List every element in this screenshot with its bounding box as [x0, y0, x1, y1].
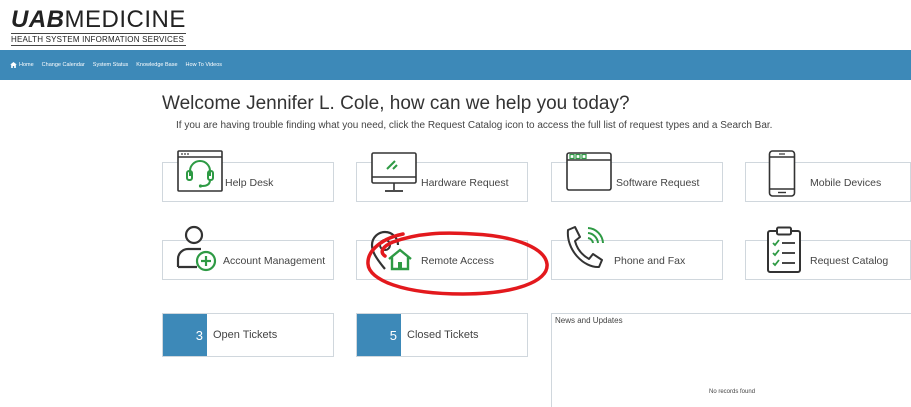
- nav-how-to-videos[interactable]: How To Videos: [186, 62, 223, 68]
- tile-phone-and-fax-label: Phone and Fax: [614, 255, 686, 267]
- tile-mobile-devices[interactable]: Mobile Devices: [745, 150, 911, 202]
- tile-software-request[interactable]: Software Request: [551, 152, 723, 202]
- tile-hardware-request-label: Hardware Request: [421, 177, 509, 189]
- closed-tickets-label: Closed Tickets: [407, 329, 479, 341]
- news-and-updates-panel: News and Updates No records found: [551, 313, 911, 407]
- tile-software-request-label: Software Request: [616, 177, 700, 189]
- nav-change-calendar[interactable]: Change Calendar: [42, 62, 85, 68]
- logo-medicine: MEDICINE: [64, 6, 186, 33]
- closed-tickets-count: 5: [357, 314, 401, 356]
- nav-how-to-videos-label: How To Videos: [185, 62, 223, 68]
- tile-account-management-label: Account Management: [223, 255, 326, 267]
- tile-mobile-devices-label: Mobile Devices: [810, 177, 882, 189]
- nav-home-label: Home: [19, 62, 34, 68]
- uab-medicine-logo: UABMEDICINE HEALTH SYSTEM INFORMATION SE…: [11, 6, 186, 45]
- nav-knowledge-base-label: Knowledge Base: [136, 62, 178, 68]
- nav-home[interactable]: Home: [10, 62, 34, 68]
- tile-request-catalog-label: Request Catalog: [810, 255, 889, 267]
- logo-subtitle: HEALTH SYSTEM INFORMATION SERVICES: [11, 35, 185, 44]
- app-window-icon: [566, 152, 612, 191]
- open-tickets-tile[interactable]: 3 Open Tickets: [162, 313, 334, 357]
- tile-help-desk-label: Help Desk: [225, 177, 274, 189]
- headset-icon: [177, 150, 223, 192]
- top-nav-bar: Home Change Calendar System Status Knowl…: [0, 50, 911, 80]
- logo-divider-bottom: [11, 45, 186, 46]
- tile-phone-and-fax[interactable]: Phone and Fax: [551, 226, 723, 280]
- logo-uab: UAB: [11, 6, 65, 33]
- clipboard-checklist-icon: [767, 226, 801, 273]
- logo-divider-top: [11, 33, 186, 34]
- home-icon: [10, 62, 17, 68]
- tile-help-desk[interactable]: Help Desk: [162, 150, 334, 202]
- phone-icon: [566, 226, 604, 269]
- welcome-heading: Welcome Jennifer L. Cole, how can we hel…: [162, 93, 630, 114]
- nav-system-status-label: System Status: [92, 62, 129, 68]
- red-circle-annotation: [366, 231, 549, 296]
- smartphone-icon: [768, 150, 796, 197]
- open-tickets-label: Open Tickets: [213, 329, 278, 341]
- tile-account-management[interactable]: Account Management: [162, 225, 334, 280]
- nav-change-calendar-label: Change Calendar: [41, 62, 85, 68]
- news-title: News and Updates: [555, 316, 623, 325]
- add-user-icon: [176, 225, 217, 272]
- news-empty-message: No records found: [709, 389, 756, 395]
- tile-hardware-request[interactable]: Hardware Request: [356, 152, 528, 202]
- tile-request-catalog[interactable]: Request Catalog: [745, 226, 911, 280]
- instructions-text: If you are having trouble finding what y…: [176, 120, 773, 131]
- nav-system-status[interactable]: System Status: [93, 62, 128, 68]
- monitor-icon: [371, 152, 417, 192]
- nav-knowledge-base[interactable]: Knowledge Base: [136, 62, 177, 68]
- closed-tickets-tile[interactable]: 5 Closed Tickets: [356, 313, 528, 357]
- open-tickets-count: 3: [163, 314, 207, 356]
